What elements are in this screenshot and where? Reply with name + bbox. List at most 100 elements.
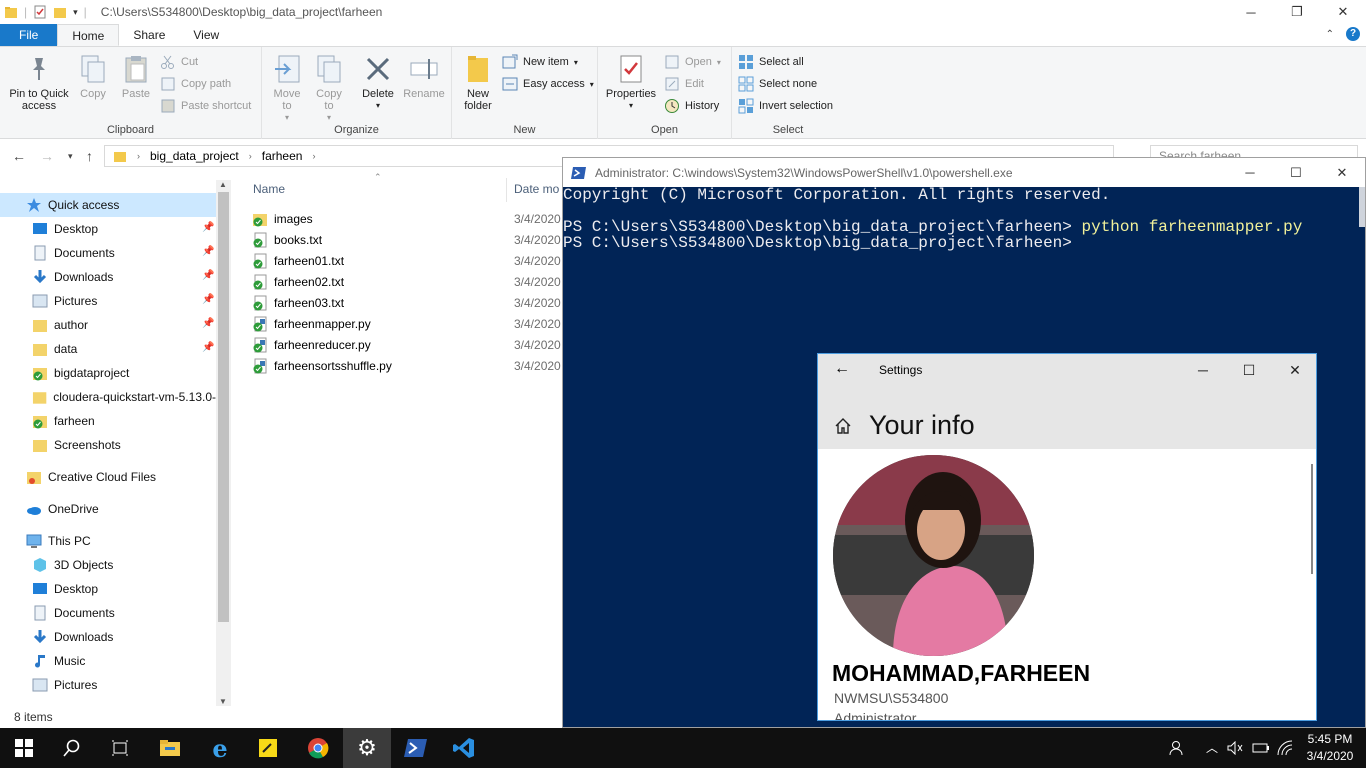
invert-selection-button[interactable]: Invert selection xyxy=(738,98,833,114)
taskbar-powershell[interactable] xyxy=(392,728,440,768)
column-header-name[interactable]: Name xyxy=(253,182,285,196)
powershell-console[interactable]: Copyright (C) Microsoft Corporation. All… xyxy=(563,187,1365,251)
console-scrollbar[interactable] xyxy=(1359,187,1365,227)
back-arrow-icon[interactable]: ← xyxy=(12,148,26,164)
nav-item-cloudera[interactable]: cloudera-quickstart-vm-5.13.0- xyxy=(0,385,216,409)
file-row[interactable]: farheensortsshuffle.py 3/4/2020 xyxy=(252,355,562,376)
pin-icon[interactable]: 📌 xyxy=(202,294,214,305)
restore-button[interactable]: ❐ xyxy=(1274,0,1320,24)
tab-home[interactable]: Home xyxy=(57,24,120,46)
customize-qat-icon[interactable]: ▾ xyxy=(73,7,78,18)
nav-item-music[interactable]: Music xyxy=(0,649,85,673)
new-item-button[interactable]: New item ▾ xyxy=(502,54,578,70)
taskbar-settings[interactable]: ⚙ xyxy=(343,728,391,768)
nav-item-author[interactable]: author xyxy=(0,313,88,337)
nav-creative-cloud[interactable]: Creative Cloud Files xyxy=(0,465,156,489)
breadcrumb-chevron-icon[interactable]: › xyxy=(312,151,315,161)
file-row[interactable]: farheen02.txt 3/4/2020 xyxy=(252,271,562,292)
nav-item-screenshots[interactable]: Screenshots xyxy=(0,433,121,457)
tab-share[interactable]: Share xyxy=(119,24,179,46)
minimize-button[interactable]: ─ xyxy=(1227,158,1273,187)
maximize-button[interactable]: ☐ xyxy=(1273,158,1319,187)
select-none-button[interactable]: Select none xyxy=(738,76,817,92)
breadcrumb-chevron-icon[interactable]: › xyxy=(249,151,252,161)
paste-button[interactable]: Paste xyxy=(118,53,154,100)
nav-item-pc-downloads[interactable]: Downloads xyxy=(0,625,113,649)
column-divider[interactable] xyxy=(506,178,507,202)
nav-item-downloads[interactable]: Downloads xyxy=(0,265,113,289)
volume-muted-icon[interactable] xyxy=(1227,741,1243,755)
cut-button[interactable]: Cut xyxy=(160,54,198,70)
pin-icon[interactable]: 📌 xyxy=(202,318,214,329)
search-button[interactable] xyxy=(48,728,96,768)
paste-shortcut-button[interactable]: Paste shortcut xyxy=(160,98,251,114)
home-icon[interactable] xyxy=(834,417,852,435)
nav-scroll-thumb[interactable] xyxy=(218,192,229,622)
taskbar-sticky-notes[interactable] xyxy=(244,728,292,768)
maximize-button[interactable]: ☐ xyxy=(1226,354,1272,386)
up-arrow-icon[interactable]: ↑ xyxy=(86,148,93,164)
open-button[interactable]: Open ▾ xyxy=(664,54,721,70)
scroll-up-icon[interactable]: ▲ xyxy=(219,180,227,189)
properties-button[interactable]: Properties ▾ xyxy=(604,53,658,112)
properties-icon[interactable] xyxy=(33,5,47,19)
clock-time[interactable]: 5:45 PM xyxy=(1300,732,1360,746)
forward-arrow-icon[interactable]: → xyxy=(40,148,54,164)
column-header-date[interactable]: Date mo xyxy=(514,182,559,196)
help-icon[interactable]: ? xyxy=(1346,27,1360,41)
new-folder-button[interactable]: New folder xyxy=(458,53,498,112)
settings-scrollbar[interactable] xyxy=(1311,464,1313,574)
wifi-icon[interactable] xyxy=(1277,740,1293,756)
people-icon[interactable] xyxy=(1168,740,1186,756)
copy-path-button[interactable]: Copy path xyxy=(160,76,231,92)
pin-icon[interactable]: 📌 xyxy=(202,246,214,257)
move-to-button[interactable]: Move to ▾ xyxy=(270,53,304,124)
new-folder-icon[interactable] xyxy=(53,5,67,19)
show-hidden-icons-chevron-icon[interactable]: ︿ xyxy=(1206,739,1218,756)
close-button[interactable]: ✕ xyxy=(1272,354,1316,386)
pin-icon[interactable]: 📌 xyxy=(202,342,214,353)
nav-item-3d-objects[interactable]: 3D Objects xyxy=(0,553,113,577)
nav-scrollbar[interactable]: ▲ ▼ xyxy=(216,180,231,706)
powershell-title-bar[interactable]: Administrator: C:\windows\System32\Windo… xyxy=(563,158,1365,187)
history-button[interactable]: History xyxy=(664,98,719,114)
nav-item-pc-desktop[interactable]: Desktop xyxy=(0,577,98,601)
copy-to-button[interactable]: Copy to ▾ xyxy=(312,53,346,124)
nav-onedrive[interactable]: OneDrive xyxy=(0,497,99,521)
delete-button[interactable]: Delete ▾ xyxy=(358,53,398,112)
tab-file[interactable]: File xyxy=(0,24,58,46)
pin-to-quick-access-button[interactable]: Pin to Quick access xyxy=(6,53,72,112)
nav-item-data[interactable]: data xyxy=(0,337,77,361)
nav-quick-access[interactable]: Quick access xyxy=(0,193,216,217)
nav-item-pc-documents[interactable]: Documents xyxy=(0,601,115,625)
rename-button[interactable]: Rename xyxy=(402,53,446,100)
nav-item-farheen[interactable]: farheen xyxy=(0,409,95,433)
file-row[interactable]: farheen01.txt 3/4/2020 xyxy=(252,250,562,271)
breadcrumb-item[interactable]: farheen xyxy=(262,149,303,163)
taskbar-chrome[interactable] xyxy=(294,728,342,768)
scroll-down-icon[interactable]: ▼ xyxy=(219,697,227,706)
easy-access-button[interactable]: Easy access ▾ xyxy=(502,76,594,92)
task-view-button[interactable] xyxy=(96,728,144,768)
file-row[interactable]: images 3/4/2020 xyxy=(252,208,562,229)
nav-this-pc[interactable]: This PC xyxy=(0,529,91,553)
nav-item-bigdataproject[interactable]: bigdataproject xyxy=(0,361,129,385)
start-button[interactable] xyxy=(0,728,48,768)
pin-icon[interactable]: 📌 xyxy=(202,222,214,233)
nav-item-pictures[interactable]: Pictures xyxy=(0,289,97,313)
nav-item-pc-pictures[interactable]: Pictures xyxy=(0,673,97,697)
minimize-button[interactable]: ─ xyxy=(1228,0,1274,24)
pin-icon[interactable]: 📌 xyxy=(202,270,214,281)
battery-icon[interactable] xyxy=(1252,741,1270,755)
tab-view[interactable]: View xyxy=(179,24,233,46)
file-row[interactable]: farheenreducer.py 3/4/2020 xyxy=(252,334,562,355)
close-button[interactable]: ✕ xyxy=(1319,158,1365,187)
taskbar-file-explorer[interactable] xyxy=(146,728,194,768)
close-button[interactable]: ✕ xyxy=(1320,0,1366,24)
collapse-ribbon-icon[interactable]: ⌃ xyxy=(1326,29,1334,40)
breadcrumb-item[interactable]: big_data_project xyxy=(150,149,239,163)
recent-locations-icon[interactable]: ▾ xyxy=(68,151,73,162)
taskbar-internet-explorer[interactable]: e xyxy=(196,728,244,768)
nav-item-desktop[interactable]: Desktop xyxy=(0,217,98,241)
nav-item-documents[interactable]: Documents xyxy=(0,241,115,265)
